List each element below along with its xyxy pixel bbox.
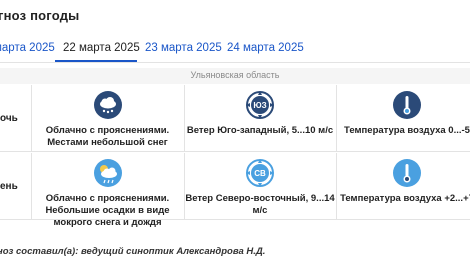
tab-date-23[interactable]: 23 марта 2025 [145,42,222,54]
tab-date-24[interactable]: 24 марта 2025 [227,42,304,54]
sky-condition-text: Облачно с прояснениями. Местами небольшо… [45,125,170,148]
wind-text: Ветер Северо-восточный, 9...14 м/с [185,193,335,216]
cloud-snow-icon [93,91,122,119]
sky-condition-cell: Облачно с прояснениями. Небольшие осадки… [31,153,184,228]
sky-condition-text: Облачно с прояснениями. Небольшие осадки… [45,193,170,228]
wind-direction-badge: ЮЗ [253,101,266,110]
temperature-cell: Температура воздуха 0...-5 [336,85,470,151]
page-title: гноз погоды [0,8,80,23]
thermometer-icon [393,159,421,187]
wind-cell: ЮЗ Ветер Юго-западный, 5...10 м/с [184,85,336,151]
temperature-text: Температура воздуха +2...+7 [340,193,470,204]
wind-cell: СВ Ветер Северо-восточный, 9...14 м/с [184,153,336,219]
temperature-cell: Температура воздуха +2...+7 [336,153,470,219]
region-label: Ульяновская область [190,70,280,80]
forecast-row-night: очь Облачно с прояснениями. Местами небо… [0,85,470,151]
sky-condition-cell: Облачно с прояснениями. Местами небольшо… [31,85,184,151]
sun-cloud-rain-icon [93,159,122,187]
period-label: ень [0,181,18,192]
thermometer-icon [393,91,421,119]
wind-compass-icon: ЮЗ [246,91,274,119]
wind-direction-badge: СВ [254,169,266,178]
wind-compass-icon: СВ [246,159,274,187]
forecast-row-day: ень Облачно с прояснениями. Небольшие ос… [0,153,470,228]
tabs-divider [0,62,470,63]
row-divider [0,151,470,152]
tab-date-21[interactable]: марта 2025 [0,42,55,54]
period-label: очь [0,113,18,124]
date-tabs: марта 2025 22 марта 2025 23 марта 2025 2… [0,42,470,62]
tab-date-22[interactable]: 22 марта 2025 [63,42,140,54]
temperature-text: Температура воздуха 0...-5 [344,125,470,136]
wind-text: Ветер Юго-западный, 5...10 м/с [186,125,334,136]
forecast-author: ноз составил(а): ведущий синоптик Алекса… [0,246,266,257]
